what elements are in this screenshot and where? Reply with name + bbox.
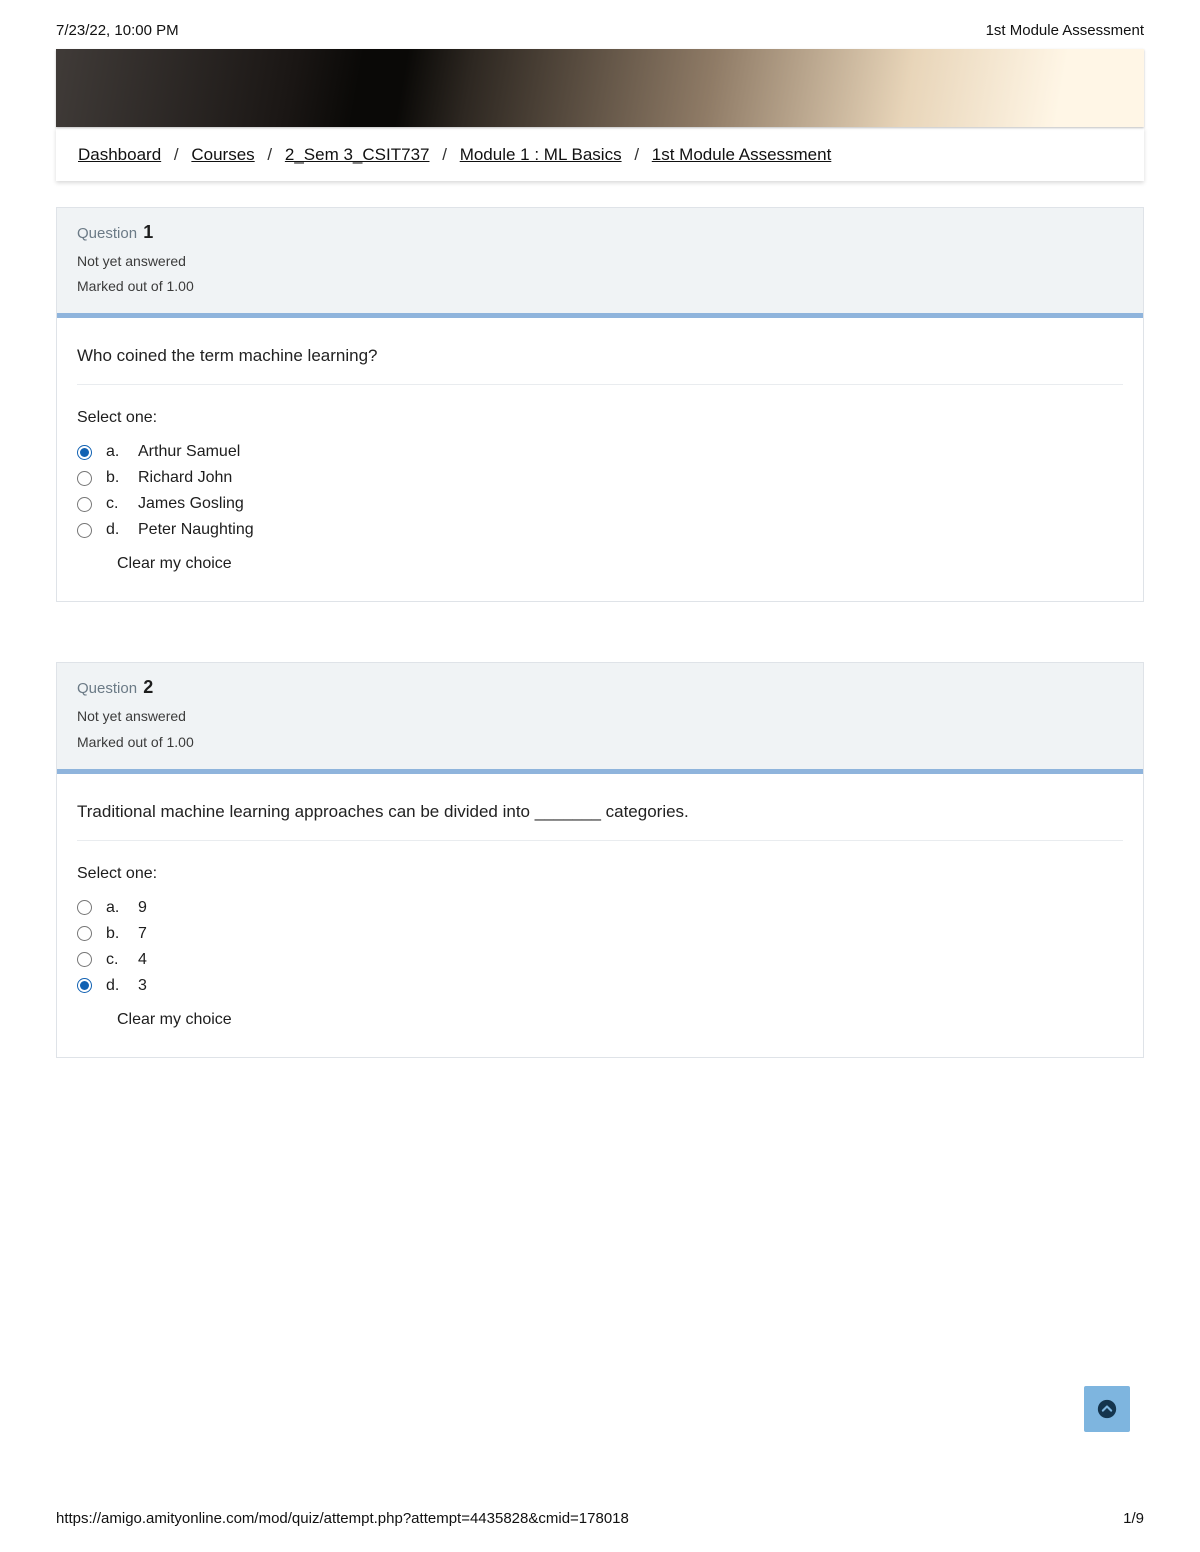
option-text: James Gosling: [138, 495, 244, 513]
question-header: Question 2 Not yet answered Marked out o…: [57, 663, 1143, 773]
breadcrumb-dashboard[interactable]: Dashboard: [78, 145, 161, 164]
question-status: Not yet answered: [77, 249, 1123, 274]
breadcrumb: Dashboard / Courses / 2_Sem 3_CSIT737 / …: [56, 127, 1144, 181]
option-c[interactable]: c. 4: [77, 947, 1123, 973]
clear-choice-link[interactable]: Clear my choice: [117, 1011, 1123, 1029]
option-letter: b.: [106, 925, 124, 943]
option-text: 4: [138, 951, 147, 969]
question-stem: Who coined the term machine learning?: [77, 346, 1123, 385]
breadcrumb-sep: /: [267, 145, 272, 164]
option-radio[interactable]: [77, 978, 92, 993]
option-b[interactable]: b. Richard John: [77, 465, 1123, 491]
option-text: 7: [138, 925, 147, 943]
option-letter: d.: [106, 521, 124, 539]
question-stem: Traditional machine learning approaches …: [77, 802, 1123, 841]
print-timestamp: 7/23/22, 10:00 PM: [56, 22, 179, 39]
option-letter: d.: [106, 977, 124, 995]
question-body: Traditional machine learning approaches …: [57, 774, 1143, 1057]
print-header: 7/23/22, 10:00 PM 1st Module Assessment: [0, 0, 1200, 49]
option-radio[interactable]: [77, 926, 92, 941]
clear-choice-link[interactable]: Clear my choice: [117, 555, 1123, 573]
option-text: Richard John: [138, 469, 232, 487]
option-b[interactable]: b. 7: [77, 921, 1123, 947]
question-card: Question 1 Not yet answered Marked out o…: [56, 207, 1144, 602]
option-text: 3: [138, 977, 147, 995]
option-text: Peter Naughting: [138, 521, 254, 539]
print-url: https://amigo.amityonline.com/mod/quiz/a…: [56, 1510, 629, 1527]
breadcrumb-sep: /: [174, 145, 179, 164]
option-d[interactable]: d. Peter Naughting: [77, 517, 1123, 543]
question-marks: Marked out of 1.00: [77, 274, 1123, 299]
option-letter: c.: [106, 495, 124, 513]
print-title: 1st Module Assessment: [986, 22, 1144, 39]
option-letter: b.: [106, 469, 124, 487]
option-a[interactable]: a. 9: [77, 895, 1123, 921]
option-letter: a.: [106, 899, 124, 917]
question-status: Not yet answered: [77, 704, 1123, 729]
option-text: 9: [138, 899, 147, 917]
option-radio[interactable]: [77, 445, 92, 460]
options-list: a. Arthur Samuel b. Richard John c. Jame…: [77, 439, 1123, 543]
course-banner-image: [56, 49, 1144, 127]
question-title: Question 2: [77, 677, 1123, 698]
option-d[interactable]: d. 3: [77, 973, 1123, 999]
content-area: Question 1 Not yet answered Marked out o…: [56, 207, 1144, 1058]
scroll-to-top-button[interactable]: [1084, 1386, 1130, 1432]
option-a[interactable]: a. Arthur Samuel: [77, 439, 1123, 465]
print-footer: https://amigo.amityonline.com/mod/quiz/a…: [0, 1510, 1200, 1527]
question-body: Who coined the term machine learning? Se…: [57, 318, 1143, 601]
select-one-label: Select one:: [77, 409, 1123, 427]
options-list: a. 9 b. 7 c. 4 d. 3: [77, 895, 1123, 999]
option-letter: a.: [106, 443, 124, 461]
option-radio[interactable]: [77, 497, 92, 512]
option-c[interactable]: c. James Gosling: [77, 491, 1123, 517]
breadcrumb-assessment[interactable]: 1st Module Assessment: [652, 145, 832, 164]
option-text: Arthur Samuel: [138, 443, 240, 461]
question-header: Question 1 Not yet answered Marked out o…: [57, 208, 1143, 318]
option-radio[interactable]: [77, 900, 92, 915]
question-number: 1: [143, 222, 153, 242]
select-one-label: Select one:: [77, 865, 1123, 883]
question-label: Question: [77, 225, 137, 242]
option-radio[interactable]: [77, 471, 92, 486]
option-radio[interactable]: [77, 952, 92, 967]
question-title: Question 1: [77, 222, 1123, 243]
breadcrumb-module[interactable]: Module 1 : ML Basics: [460, 145, 622, 164]
question-marks: Marked out of 1.00: [77, 730, 1123, 755]
breadcrumb-course-code[interactable]: 2_Sem 3_CSIT737: [285, 145, 430, 164]
question-number: 2: [143, 677, 153, 697]
option-letter: c.: [106, 951, 124, 969]
chevron-up-icon: [1097, 1399, 1117, 1419]
question-card: Question 2 Not yet answered Marked out o…: [56, 662, 1144, 1057]
option-radio[interactable]: [77, 523, 92, 538]
breadcrumb-sep: /: [442, 145, 447, 164]
print-page-number: 1/9: [1123, 1510, 1144, 1527]
breadcrumb-sep: /: [634, 145, 639, 164]
question-label: Question: [77, 680, 137, 697]
breadcrumb-courses[interactable]: Courses: [191, 145, 254, 164]
